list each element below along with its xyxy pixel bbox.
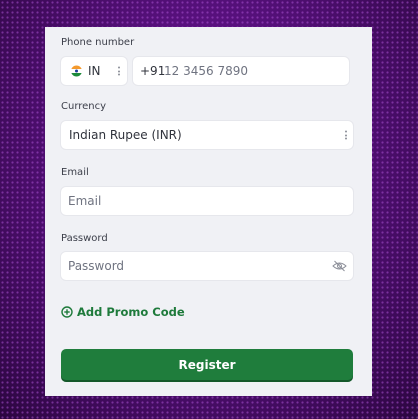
currency-select[interactable]: Indian Rupee (INR): [61, 121, 353, 149]
password-placeholder: Password: [68, 259, 125, 273]
eye-slash-icon[interactable]: [332, 260, 347, 272]
phone-placeholder: 12 3456 7890: [164, 64, 248, 78]
phone-label: Phone number: [61, 37, 135, 48]
plus-circle-icon: [61, 306, 73, 318]
password-field[interactable]: Password: [61, 252, 353, 280]
password-label: Password: [61, 233, 108, 244]
dial-prefix: +91: [140, 64, 166, 78]
add-promo-code-link[interactable]: Add Promo Code: [61, 305, 185, 319]
email-field[interactable]: Email: [61, 187, 353, 215]
email-placeholder: Email: [68, 194, 102, 208]
currency-label: Currency: [61, 101, 107, 112]
register-button[interactable]: Register: [61, 349, 353, 380]
email-label: Email: [61, 167, 89, 178]
add-promo-code-label: Add Promo Code: [77, 305, 185, 319]
country-code: IN: [88, 64, 101, 78]
more-vertical-icon: [118, 66, 120, 76]
country-code-select[interactable]: IN: [61, 57, 127, 85]
india-flag-icon: [71, 65, 82, 77]
currency-value: Indian Rupee (INR): [69, 128, 182, 142]
phone-input[interactable]: +91 12 3456 7890: [133, 57, 349, 85]
registration-form: Phone number IN +91 12 3456 7890 Currenc…: [45, 27, 372, 396]
more-vertical-icon: [345, 130, 347, 140]
